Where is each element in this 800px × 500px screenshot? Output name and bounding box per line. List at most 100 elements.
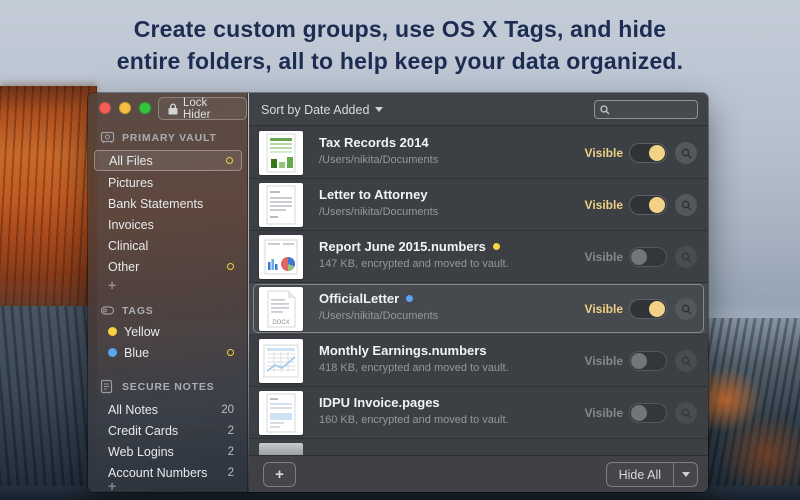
sidebar-item-label: All Notes bbox=[108, 403, 158, 417]
file-row-idpu-invoice[interactable]: IDPU Invoice.pages 160 KB, encrypted and… bbox=[249, 387, 708, 439]
document-thumbnail-charts bbox=[259, 235, 303, 279]
toggle-knob bbox=[631, 353, 647, 369]
section-title: SECURE NOTES bbox=[122, 381, 214, 393]
sidebar-item-bank-statements[interactable]: Bank Statements bbox=[94, 193, 242, 214]
sidebar-item-label: Clinical bbox=[108, 239, 148, 253]
file-row-tax-records[interactable]: Tax Records 2014 /Users/nikita/Documents… bbox=[249, 127, 708, 179]
file-status: 147 KB, encrypted and moved to vault. bbox=[319, 258, 509, 270]
visibility-toggle[interactable] bbox=[629, 143, 667, 163]
yellow-tag-dot bbox=[493, 243, 500, 250]
count-badge: 20 bbox=[221, 404, 234, 416]
document-thumbnail-partial bbox=[259, 443, 303, 455]
main-area: Sort by Date Added Tax Records 2014 /Use… bbox=[249, 93, 708, 492]
plus-icon: + bbox=[275, 466, 284, 483]
plus-icon: + bbox=[108, 277, 116, 293]
section-title: PRIMARY VAULT bbox=[122, 132, 217, 144]
sort-label: Sort by Date Added bbox=[261, 103, 369, 117]
sidebar-item-all-files[interactable]: All Files bbox=[94, 150, 242, 171]
section-header-secure-notes: SECURE NOTES bbox=[100, 379, 214, 394]
section-header-primary-vault: PRIMARY VAULT bbox=[100, 130, 217, 145]
file-row-monthly-earnings[interactable]: Monthly Earnings.numbers 418 KB, encrypt… bbox=[249, 335, 708, 387]
document-thumbnail-letter bbox=[259, 183, 303, 227]
sidebar-item-credit-cards[interactable]: Credit Cards 2 bbox=[94, 420, 242, 441]
reveal-in-finder-button[interactable] bbox=[675, 350, 697, 372]
file-status: 418 KB, encrypted and moved to vault. bbox=[319, 362, 509, 374]
sidebar-item-web-logins[interactable]: Web Logins 2 bbox=[94, 441, 242, 462]
bottom-bar: + Hide All bbox=[249, 455, 708, 492]
search-field[interactable] bbox=[594, 100, 698, 119]
yellow-tag-dot bbox=[108, 327, 117, 336]
visibility-label: Visible bbox=[585, 335, 623, 387]
file-name: OfficialLetter bbox=[319, 291, 413, 306]
reveal-in-finder-button[interactable] bbox=[675, 142, 697, 164]
sidebar-item-label: Bank Statements bbox=[108, 197, 203, 211]
headline-line2: entire folders, all to help keep your da… bbox=[0, 45, 800, 77]
count-badge: 2 bbox=[228, 467, 234, 479]
visibility-toggle[interactable] bbox=[629, 403, 667, 423]
sidebar-item-all-notes[interactable]: All Notes 20 bbox=[94, 399, 242, 420]
file-path: /Users/nikita/Documents bbox=[319, 310, 438, 322]
sort-dropdown[interactable]: Sort by Date Added bbox=[261, 93, 383, 126]
close-button[interactable] bbox=[99, 102, 111, 114]
sidebar-item-label: Blue bbox=[124, 346, 149, 360]
wallpaper-rock bbox=[0, 306, 97, 500]
file-name: Tax Records 2014 bbox=[319, 135, 429, 150]
reveal-in-finder-button[interactable] bbox=[675, 194, 697, 216]
file-name: Report June 2015.numbers bbox=[319, 239, 500, 254]
section-title: TAGS bbox=[122, 305, 154, 317]
sidebar-item-tag-blue[interactable]: Blue bbox=[94, 342, 242, 363]
reveal-in-finder-button[interactable] bbox=[675, 246, 697, 268]
yellow-ring-indicator bbox=[227, 349, 234, 356]
add-group-button[interactable]: + bbox=[94, 277, 242, 293]
file-row-letter-attorney[interactable]: Letter to Attorney /Users/nikita/Documen… bbox=[249, 179, 708, 231]
wallpaper-mountain bbox=[705, 318, 800, 500]
visibility-toggle[interactable] bbox=[629, 299, 667, 319]
lock-hider-button[interactable]: Lock Hider bbox=[158, 97, 247, 120]
visibility-toggle[interactable] bbox=[629, 351, 667, 371]
document-thumbnail-spreadsheet bbox=[259, 131, 303, 175]
yellow-ring-indicator bbox=[227, 263, 234, 270]
document-thumbnail-docx: DOCX bbox=[259, 287, 303, 331]
reveal-in-finder-button[interactable] bbox=[675, 402, 697, 424]
lock-hider-label: Lock Hider bbox=[183, 97, 237, 121]
count-badge: 2 bbox=[228, 425, 234, 437]
sidebar-item-label: Yellow bbox=[124, 325, 160, 339]
toggle-knob bbox=[649, 145, 665, 161]
zoom-button[interactable] bbox=[139, 102, 151, 114]
sidebar-item-label: Credit Cards bbox=[108, 424, 178, 438]
search-input[interactable] bbox=[614, 104, 692, 116]
sidebar-item-clinical[interactable]: Clinical bbox=[94, 235, 242, 256]
lock-icon bbox=[168, 103, 178, 115]
headline-line1: Create custom groups, use OS X Tags, and… bbox=[0, 13, 800, 45]
file-row-official-letter[interactable]: DOCX OfficialLetter /Users/nikita/Docume… bbox=[249, 283, 708, 335]
reveal-in-finder-button[interactable] bbox=[675, 298, 697, 320]
visibility-label: Visible bbox=[585, 283, 623, 335]
toggle-knob bbox=[649, 301, 665, 317]
sidebar-item-other[interactable]: Other bbox=[94, 256, 242, 277]
visibility-label: Visible bbox=[585, 231, 623, 283]
add-file-button[interactable]: + bbox=[263, 462, 296, 487]
sidebar-item-label: All Files bbox=[109, 154, 153, 168]
sidebar-item-tag-yellow[interactable]: Yellow bbox=[94, 321, 242, 342]
toggle-knob bbox=[631, 405, 647, 421]
hide-all-dropdown-arrow[interactable] bbox=[673, 463, 697, 486]
chevron-down-icon bbox=[375, 107, 383, 112]
section-header-tags: TAGS bbox=[100, 303, 154, 318]
sidebar-item-label: Other bbox=[108, 260, 139, 274]
document-thumbnail-invoice bbox=[259, 391, 303, 435]
file-row-report-june[interactable]: Report June 2015.numbers 147 KB, encrypt… bbox=[249, 231, 708, 283]
visibility-toggle[interactable] bbox=[629, 247, 667, 267]
visibility-toggle[interactable] bbox=[629, 195, 667, 215]
file-path: /Users/nikita/Documents bbox=[319, 206, 438, 218]
sidebar-item-label: Web Logins bbox=[108, 445, 174, 459]
minimize-button[interactable] bbox=[119, 102, 131, 114]
sidebar-item-invoices[interactable]: Invoices bbox=[94, 214, 242, 235]
hide-all-button[interactable]: Hide All bbox=[606, 462, 698, 487]
file-name: Letter to Attorney bbox=[319, 187, 428, 202]
file-list: Tax Records 2014 /Users/nikita/Documents… bbox=[249, 127, 708, 455]
file-status: 160 KB, encrypted and moved to vault. bbox=[319, 414, 509, 426]
visibility-label: Visible bbox=[585, 179, 623, 231]
add-note-button[interactable]: + bbox=[94, 480, 242, 492]
traffic-lights bbox=[99, 102, 151, 114]
sidebar-item-pictures[interactable]: Pictures bbox=[94, 172, 242, 193]
